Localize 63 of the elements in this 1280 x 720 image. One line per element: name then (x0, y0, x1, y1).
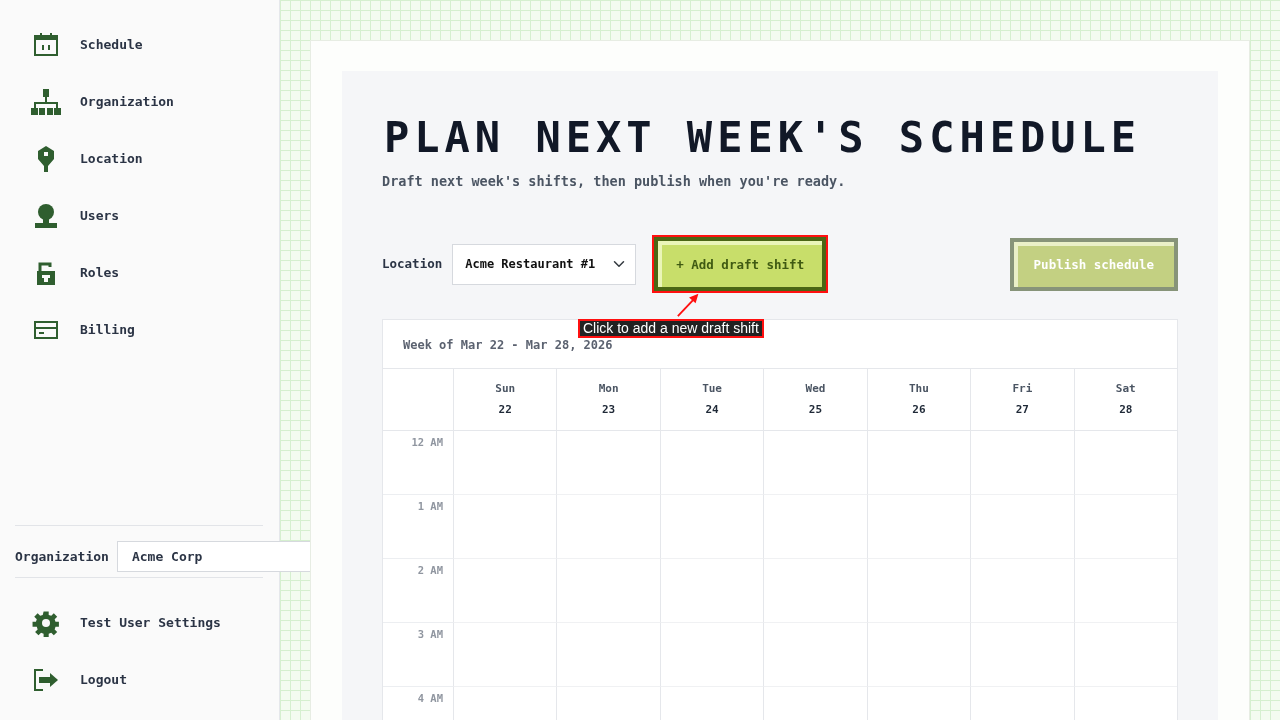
time-slot[interactable] (866, 431, 971, 496)
annotation-tooltip: Click to add a new draft shift (578, 319, 764, 338)
time-slot[interactable] (763, 623, 867, 688)
day-date: 23 (602, 401, 616, 418)
field-label: Location (382, 255, 443, 274)
time-slot[interactable] (556, 495, 660, 560)
time-slot[interactable] (453, 623, 557, 688)
location-select[interactable]: Acme Restaurant #1 (452, 243, 637, 285)
add-shift-button[interactable]: + Add draft shift (654, 237, 827, 292)
time-slot[interactable] (970, 623, 1074, 688)
time-slot[interactable] (1073, 623, 1177, 688)
org-chart-icon (30, 87, 62, 116)
day-name: Fri (1012, 381, 1033, 398)
day-date: 24 (705, 401, 719, 418)
time-slot[interactable] (556, 431, 660, 496)
sidebar-item[interactable]: Billing (15, 301, 279, 358)
day-name: Sat (1115, 381, 1136, 398)
time-slot[interactable] (453, 431, 557, 496)
time-slot[interactable] (970, 559, 1074, 624)
time-slot[interactable] (970, 495, 1074, 560)
time-slot[interactable] (659, 431, 764, 496)
sidebar-item[interactable]: Roles (15, 244, 279, 301)
day-date: 22 (498, 401, 512, 418)
hour-label: 12 AM (411, 436, 443, 449)
sidebar-item[interactable]: Location (15, 130, 279, 187)
day-date: 25 (808, 401, 823, 418)
day-name: Mon (598, 381, 619, 398)
time-slot[interactable] (866, 495, 971, 560)
day-date: 27 (1015, 401, 1029, 418)
time-slot[interactable] (556, 623, 660, 688)
day-name: Sun (495, 381, 516, 398)
day-name: Wed (805, 381, 826, 398)
time-slot[interactable] (763, 431, 867, 496)
time-slot[interactable] (556, 559, 660, 624)
day-name: Thu (909, 381, 929, 398)
time-slot[interactable] (866, 623, 971, 688)
hour-label: 4 AM (417, 692, 443, 705)
day-date: 26 (912, 401, 926, 418)
time-slot[interactable] (970, 431, 1074, 496)
day-date: 28 (1119, 401, 1133, 418)
time-slot[interactable] (659, 623, 764, 688)
time-slot[interactable] (763, 559, 867, 624)
hour-label: 1 AM (417, 500, 443, 513)
page-title: PLAN NEXT WEEK'S SCHEDULE (384, 115, 1143, 162)
time-slot[interactable] (659, 495, 764, 560)
time-slot[interactable] (1073, 431, 1177, 496)
time-slot[interactable] (1073, 495, 1177, 560)
time-slot[interactable] (763, 495, 867, 560)
time-slot[interactable] (453, 495, 557, 560)
time-slot[interactable] (453, 559, 557, 624)
page-subtitle: Draft next week's shifts, then publish when you're ready. (382, 172, 847, 192)
time-slot[interactable] (866, 559, 971, 624)
time-slot[interactable] (1073, 559, 1177, 624)
time-slot[interactable] (659, 559, 764, 624)
hour-label: 3 AM (417, 628, 443, 641)
sidebar-item[interactable]: Test User Settings (15, 594, 279, 651)
sidebar-item[interactable]: Logout (15, 651, 279, 708)
day-name: Tue (702, 381, 722, 398)
sidebar-item[interactable]: Organization (15, 73, 279, 130)
field-label: Organization (15, 547, 109, 566)
sidebar-item[interactable]: Users (15, 187, 279, 244)
hour-label: 2 AM (417, 564, 443, 577)
sidebar-item[interactable]: Schedule (15, 16, 279, 73)
